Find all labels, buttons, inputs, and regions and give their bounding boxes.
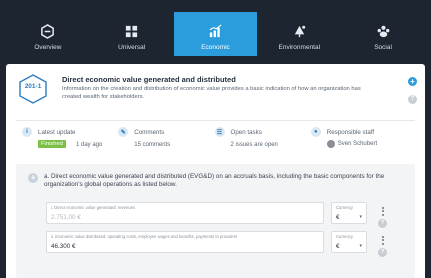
tab-environmental[interactable]: Environmental (257, 12, 341, 56)
help-icon[interactable]: ? (378, 219, 387, 228)
disclosure-title: Direct economic value generated and dist… (62, 75, 236, 84)
chevron-down-icon: ▾ (359, 214, 362, 220)
social-icon (375, 23, 391, 39)
info-icon: i (22, 127, 32, 137)
responsible-staff-label: Responsible staff (326, 129, 375, 136)
tab-label: Social (374, 44, 392, 51)
tab-overview[interactable]: Overview (6, 12, 90, 56)
field-value: 46.300 € (51, 243, 76, 250)
chevron-down-icon: ▾ (359, 243, 362, 249)
add-icon[interactable]: + (408, 77, 417, 86)
currency-select[interactable]: Currency € ▾ (331, 231, 367, 253)
comment-icon: ✎ (118, 127, 129, 137)
info-row: i Latest update Finished 1 day ago ✎ Com… (16, 125, 401, 157)
overview-icon (40, 23, 56, 39)
help-icon[interactable]: ? (408, 95, 417, 104)
economic-icon (207, 23, 223, 39)
comments-value: 15 comments (134, 142, 171, 148)
question-text: a. Direct economic value generated and d… (44, 173, 385, 189)
latest-update-value: 1 day ago (76, 142, 103, 148)
currency-value: € (336, 243, 340, 250)
universal-icon (124, 23, 140, 39)
tasks-icon: ☰ (214, 127, 225, 137)
disclosure-description: Information on the creation and distribu… (62, 86, 361, 100)
more-options-icon[interactable] (378, 205, 388, 217)
status-badge: Finished (38, 140, 66, 148)
help-icon[interactable]: ? (378, 248, 387, 257)
tab-universal[interactable]: Universal (90, 12, 174, 56)
disclosure-card: 201-1 Direct economic value generated an… (6, 64, 425, 278)
responsible-staff: ● Responsible staff Sven Schubert (305, 125, 401, 157)
question-letter-badge: a (28, 173, 38, 183)
open-tasks[interactable]: ☰ Open tasks 2 issues are open (209, 125, 305, 157)
field-label: ii. Economic value distributed: operatin… (51, 234, 238, 239)
comments-label: Comments (134, 129, 165, 136)
tab-label: Universal (118, 44, 146, 51)
currency-value: € (336, 214, 340, 221)
more-options-icon[interactable] (378, 234, 388, 246)
top-navigation: Overview Universal Economic Environmenta… (6, 12, 425, 56)
latest-update-label: Latest update (38, 129, 76, 136)
revenue-field[interactable]: i. Direct economic value generated: reve… (46, 202, 324, 224)
currency-label: Currency (336, 205, 353, 210)
disclosure-header: 201-1 Direct economic value generated an… (16, 72, 406, 112)
disclosure-code: 201-1 (24, 83, 42, 90)
distributed-value-field[interactable]: ii. Economic value distributed: operatin… (46, 231, 324, 253)
open-tasks-value: 2 issues are open (230, 142, 278, 148)
avatar (326, 140, 335, 148)
tab-label: Overview (34, 44, 62, 51)
field-value: 2.751,00 € (51, 214, 81, 221)
field-label: i. Direct economic value generated: reve… (51, 205, 136, 210)
tab-label: Environmental (278, 44, 321, 51)
user-icon: ● (310, 127, 321, 137)
tab-economic[interactable]: Economic (173, 12, 258, 56)
currency-select[interactable]: Currency € ▾ (331, 202, 367, 224)
latest-update: i Latest update Finished 1 day ago (16, 125, 112, 157)
divider (16, 120, 415, 121)
comments[interactable]: ✎ Comments 15 comments (112, 125, 208, 157)
question-box: a a. Direct economic value generated and… (16, 164, 415, 278)
tab-social[interactable]: Social (341, 12, 425, 56)
environmental-icon (291, 23, 307, 39)
open-tasks-label: Open tasks (230, 129, 262, 136)
staff-name: Sven Schubert (337, 141, 378, 147)
currency-label: Currency (336, 234, 353, 239)
tab-label: Economic (201, 44, 230, 51)
